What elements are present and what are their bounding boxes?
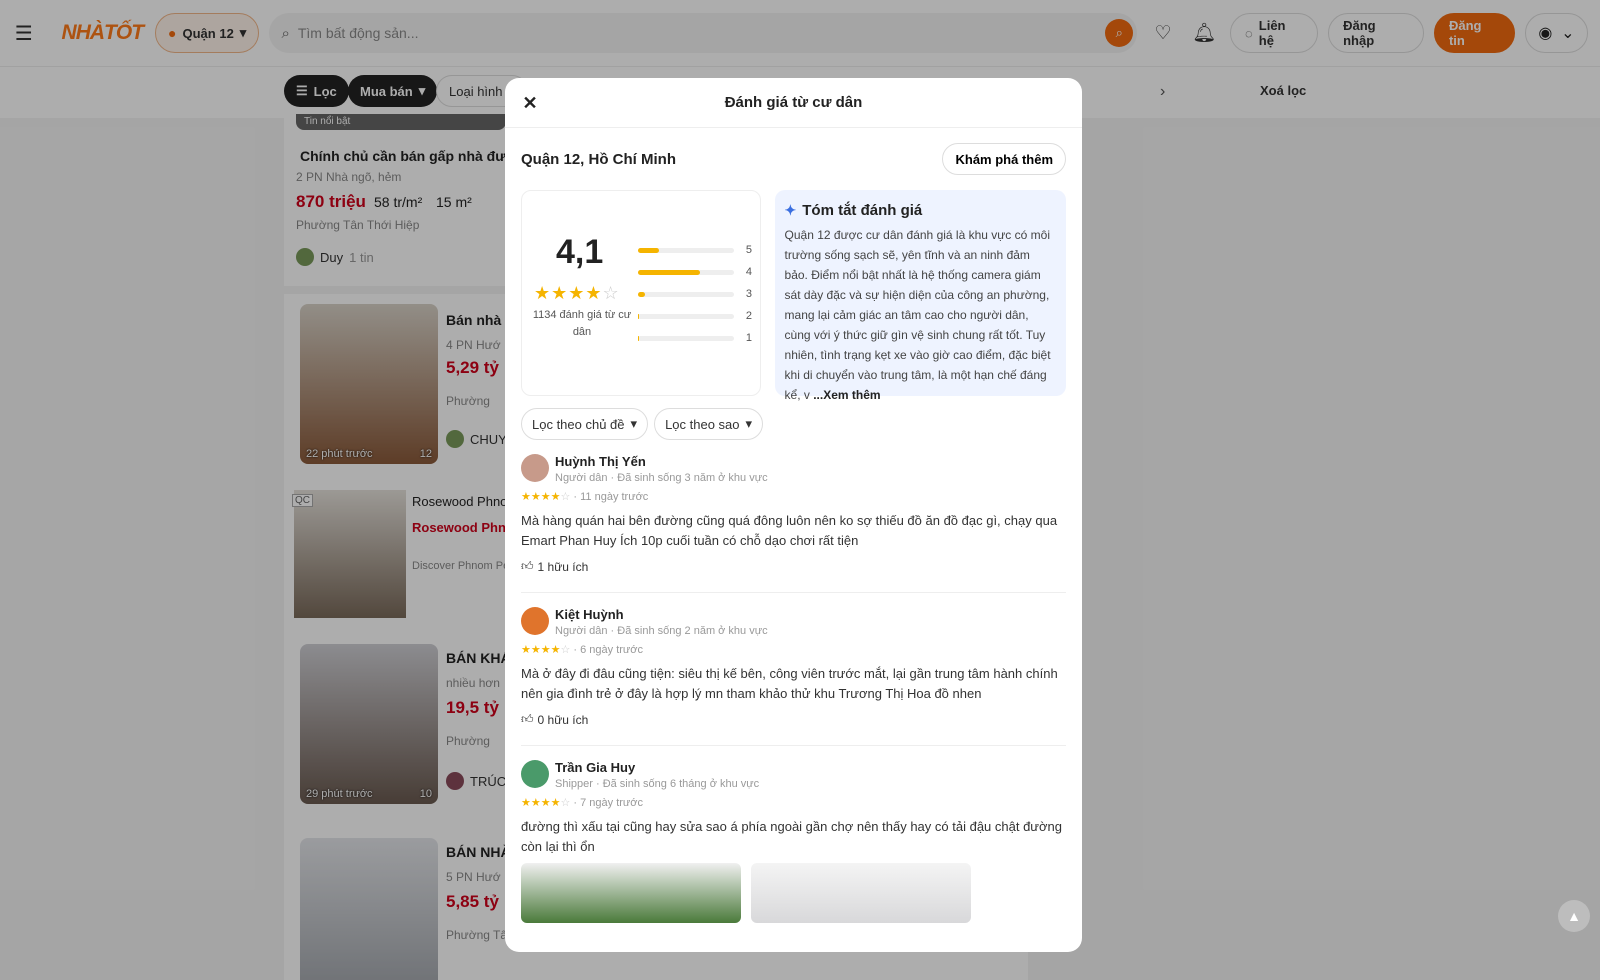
review-item: Huỳnh Thị Yến Người dân · Đã sinh sống 3 …	[521, 454, 1066, 593]
rating-bar-track	[638, 313, 734, 319]
rating-bar-label: 2	[745, 310, 752, 322]
see-more-link[interactable]: ...Xem thêm	[813, 388, 880, 402]
reviewer-info: Trần Gia Huy Shipper · Đã sinh sống 6 thá…	[555, 760, 759, 790]
review-time: · 7 ngày trước	[573, 797, 643, 809]
sparkle-icon: ✦	[784, 202, 797, 218]
thumbs-up-icon: 👍︎	[521, 712, 534, 726]
review-stars: ★★★★☆ · 7 ngày trước	[521, 797, 643, 809]
ai-summary-box: ✦ Tóm tắt đánh giá Quận 12 được cư dân đ…	[774, 190, 1066, 402]
average-stars: ★★★★☆	[534, 283, 620, 303]
rating-bar-track	[638, 247, 734, 253]
reviewer-subtitle: Người dân · Đã sinh sống 3 năm ở khu vực	[555, 472, 768, 484]
review-item: Trần Gia Huy Shipper · Đã sinh sống 6 thá…	[521, 760, 1066, 941]
review-header: Trần Gia Huy Shipper · Đã sinh sống 6 thá…	[521, 760, 1066, 790]
review-header: Huỳnh Thị Yến Người dân · Đã sinh sống 3 …	[521, 454, 1066, 484]
helpful-count: 0 hữu ích	[537, 712, 589, 727]
review-filters: Lọc theo chủ đề ▾ Lọc theo sao ▾	[521, 408, 1066, 440]
rating-bar-fill	[638, 247, 660, 253]
reviewer-name: Trần Gia Huy	[555, 760, 636, 775]
chevron-down-icon: ▾	[630, 416, 638, 431]
review-stars: ★★★★☆ · 6 ngày trước	[521, 644, 643, 656]
scroll-to-top-icon[interactable]: ▲	[1558, 900, 1590, 932]
rating-box: 4,1 ★★★★☆ 1134 đánh giá từ cư dân 5 4 3 2 1	[521, 190, 761, 396]
review-images	[521, 863, 1066, 923]
rating-count: 1134 đánh giá từ cư dân	[532, 309, 632, 338]
rating-bar-fill	[638, 269, 701, 275]
location-row: Quận 12, Hồ Chí Minh Khám phá thêm	[521, 142, 1066, 176]
reviews-modal: ✕ Đánh giá từ cư dân Quận 12, Hồ Chí Min…	[505, 78, 1082, 952]
avatar	[521, 607, 549, 635]
average-rating: 4,1	[556, 233, 604, 271]
rating-bar-row: 2	[638, 305, 752, 327]
ai-summary-text: Quận 12 được cư dân đánh giá là khu vực …	[785, 225, 1056, 405]
rating-bar-fill	[638, 291, 645, 297]
star-filter-label: Lọc theo sao	[665, 416, 740, 432]
reviewer-name: Huỳnh Thị Yến	[555, 454, 646, 469]
close-icon[interactable]: ✕	[519, 92, 541, 114]
summary-body: Quận 12 được cư dân đánh giá là khu vực …	[784, 228, 1051, 402]
topic-filter-dropdown[interactable]: Lọc theo chủ đề ▾	[521, 408, 649, 440]
modal-body[interactable]: Quận 12, Hồ Chí Minh Khám phá thêm 4,1 ★…	[505, 128, 1082, 952]
reviewer-info: Huỳnh Thị Yến Người dân · Đã sinh sống 3 …	[555, 454, 768, 484]
helpful-count: 1 hữu ích	[537, 559, 589, 574]
rating-distribution: 5 4 3 2 1	[638, 239, 752, 349]
review-text: Mà hàng quán hai bên đường cũng quá đông…	[521, 513, 1058, 548]
rating-bar-label: 1	[745, 332, 752, 344]
star-filter-dropdown[interactable]: Lọc theo sao ▾	[654, 408, 764, 440]
rating-bar-label: 5	[745, 244, 752, 256]
topic-filter-label: Lọc theo chủ đề	[532, 416, 625, 432]
helpful-button[interactable]: 👍︎ 0 hữu ích	[521, 712, 1066, 727]
helpful-button[interactable]: 👍︎ 1 hữu ích	[521, 559, 1066, 574]
reviewer-name: Kiệt Huỳnh	[555, 607, 624, 622]
review-item: Kiệt Huỳnh Người dân · Đã sinh sống 2 năm…	[521, 607, 1066, 746]
review-header: Kiệt Huỳnh Người dân · Đã sinh sống 2 năm…	[521, 607, 1066, 637]
review-text: đường thì xấu tại cũng hay sửa sao á phí…	[521, 819, 1062, 854]
review-stars: ★★★★☆ · 11 ngày trước	[521, 491, 649, 503]
rating-bar-row: 5	[638, 239, 752, 261]
review-photo[interactable]	[751, 863, 971, 923]
ai-summary-heading: ✦ Tóm tắt đánh giá	[785, 202, 1056, 219]
location-name: Quận 12, Hồ Chí Minh	[521, 150, 677, 168]
rating-bar-label: 3	[745, 288, 752, 300]
ai-summary-title: Tóm tắt đánh giá	[802, 202, 923, 219]
chevron-down-icon: ▾	[745, 416, 753, 431]
rating-bar-fill	[638, 335, 639, 341]
reviewer-subtitle: Người dân · Đã sinh sống 2 năm ở khu vực	[555, 625, 768, 637]
rating-bar-label: 4	[745, 266, 752, 278]
rating-bar-row: 1	[638, 327, 752, 349]
rating-bar-row: 4	[638, 261, 752, 283]
reviewer-info: Kiệt Huỳnh Người dân · Đã sinh sống 2 năm…	[555, 607, 768, 637]
modal-header: ✕ Đánh giá từ cư dân	[505, 78, 1082, 128]
reviewer-subtitle: Shipper · Đã sinh sống 6 tháng ở khu vực	[555, 778, 760, 790]
modal-title: Đánh giá từ cư dân	[724, 94, 863, 111]
rating-summary: 4,1 ★★★★☆ 1134 đánh giá từ cư dân 54321 …	[521, 190, 1066, 402]
rating-bar-row: 3	[638, 283, 752, 305]
explore-more-button[interactable]: Khám phá thêm	[942, 143, 1066, 175]
review-text: Mà ở đây đi đâu cũng tiện: siêu thị kế b…	[521, 666, 1058, 701]
rating-bar-track	[638, 291, 734, 297]
avatar	[521, 454, 549, 482]
thumbs-up-icon: 👍︎	[521, 559, 534, 573]
review-list: Huỳnh Thị Yến Người dân · Đã sinh sống 3 …	[521, 454, 1066, 941]
avatar	[521, 760, 549, 788]
rating-bar-track	[638, 269, 734, 275]
review-photo[interactable]	[521, 863, 741, 923]
review-time: · 6 ngày trước	[573, 644, 643, 656]
rating-bar-track	[638, 335, 734, 341]
rating-bar-fill	[638, 313, 639, 319]
review-time: · 11 ngày trước	[573, 491, 649, 503]
